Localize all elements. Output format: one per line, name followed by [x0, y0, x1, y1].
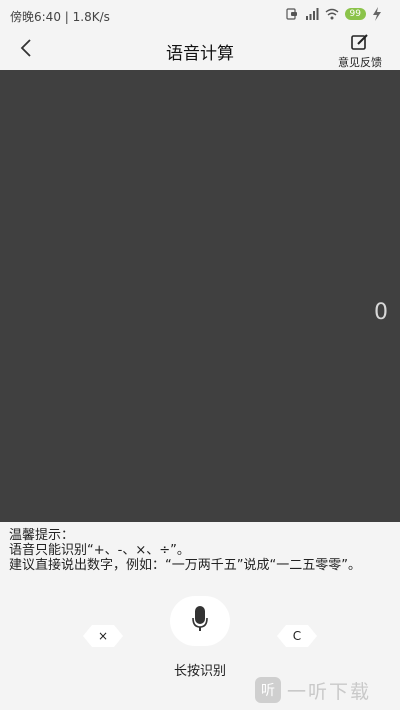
microphone-icon: [192, 606, 208, 636]
signal-icon: [305, 7, 319, 21]
battery-badge: 99: [344, 8, 366, 20]
watermark-text: 一听下载: [287, 680, 372, 703]
clear-button[interactable]: C: [277, 625, 317, 647]
status-time-speed: 傍晚6:40 | 1.8K/s: [10, 10, 110, 24]
result-value: 0: [374, 300, 388, 325]
calculator-display: 0: [0, 70, 400, 522]
wifi-icon: [325, 7, 339, 21]
status-bar: 傍晚6:40 | 1.8K/s 99: [0, 0, 400, 30]
hint-number-advice: 建议直接说出数字，例如：“一万两千五”说成“一二五零零”。: [9, 558, 361, 573]
status-icons: 99: [285, 7, 386, 21]
watermark: 听 一听下载: [255, 675, 371, 705]
voice-record-button[interactable]: [170, 596, 230, 646]
watermark-logo: 听: [255, 677, 281, 703]
backspace-button[interactable]: ×: [83, 625, 123, 647]
feedback-label: 意见反馈: [338, 56, 382, 69]
top-nav-bar: 语音计算 意见反馈: [0, 30, 400, 70]
hint-text: 温馨提示： 语音只能识别“+、-、×、÷”。 建议直接说出数字，例如：“一万两千…: [9, 528, 394, 573]
feedback-button[interactable]: 意见反馈: [334, 32, 386, 70]
hint-title: 温馨提示：: [9, 528, 75, 543]
screen-rotate-icon: [285, 7, 299, 21]
hint-operators: 语音只能识别“+、-、×、÷”。: [9, 543, 190, 558]
charging-icon: [372, 7, 386, 21]
